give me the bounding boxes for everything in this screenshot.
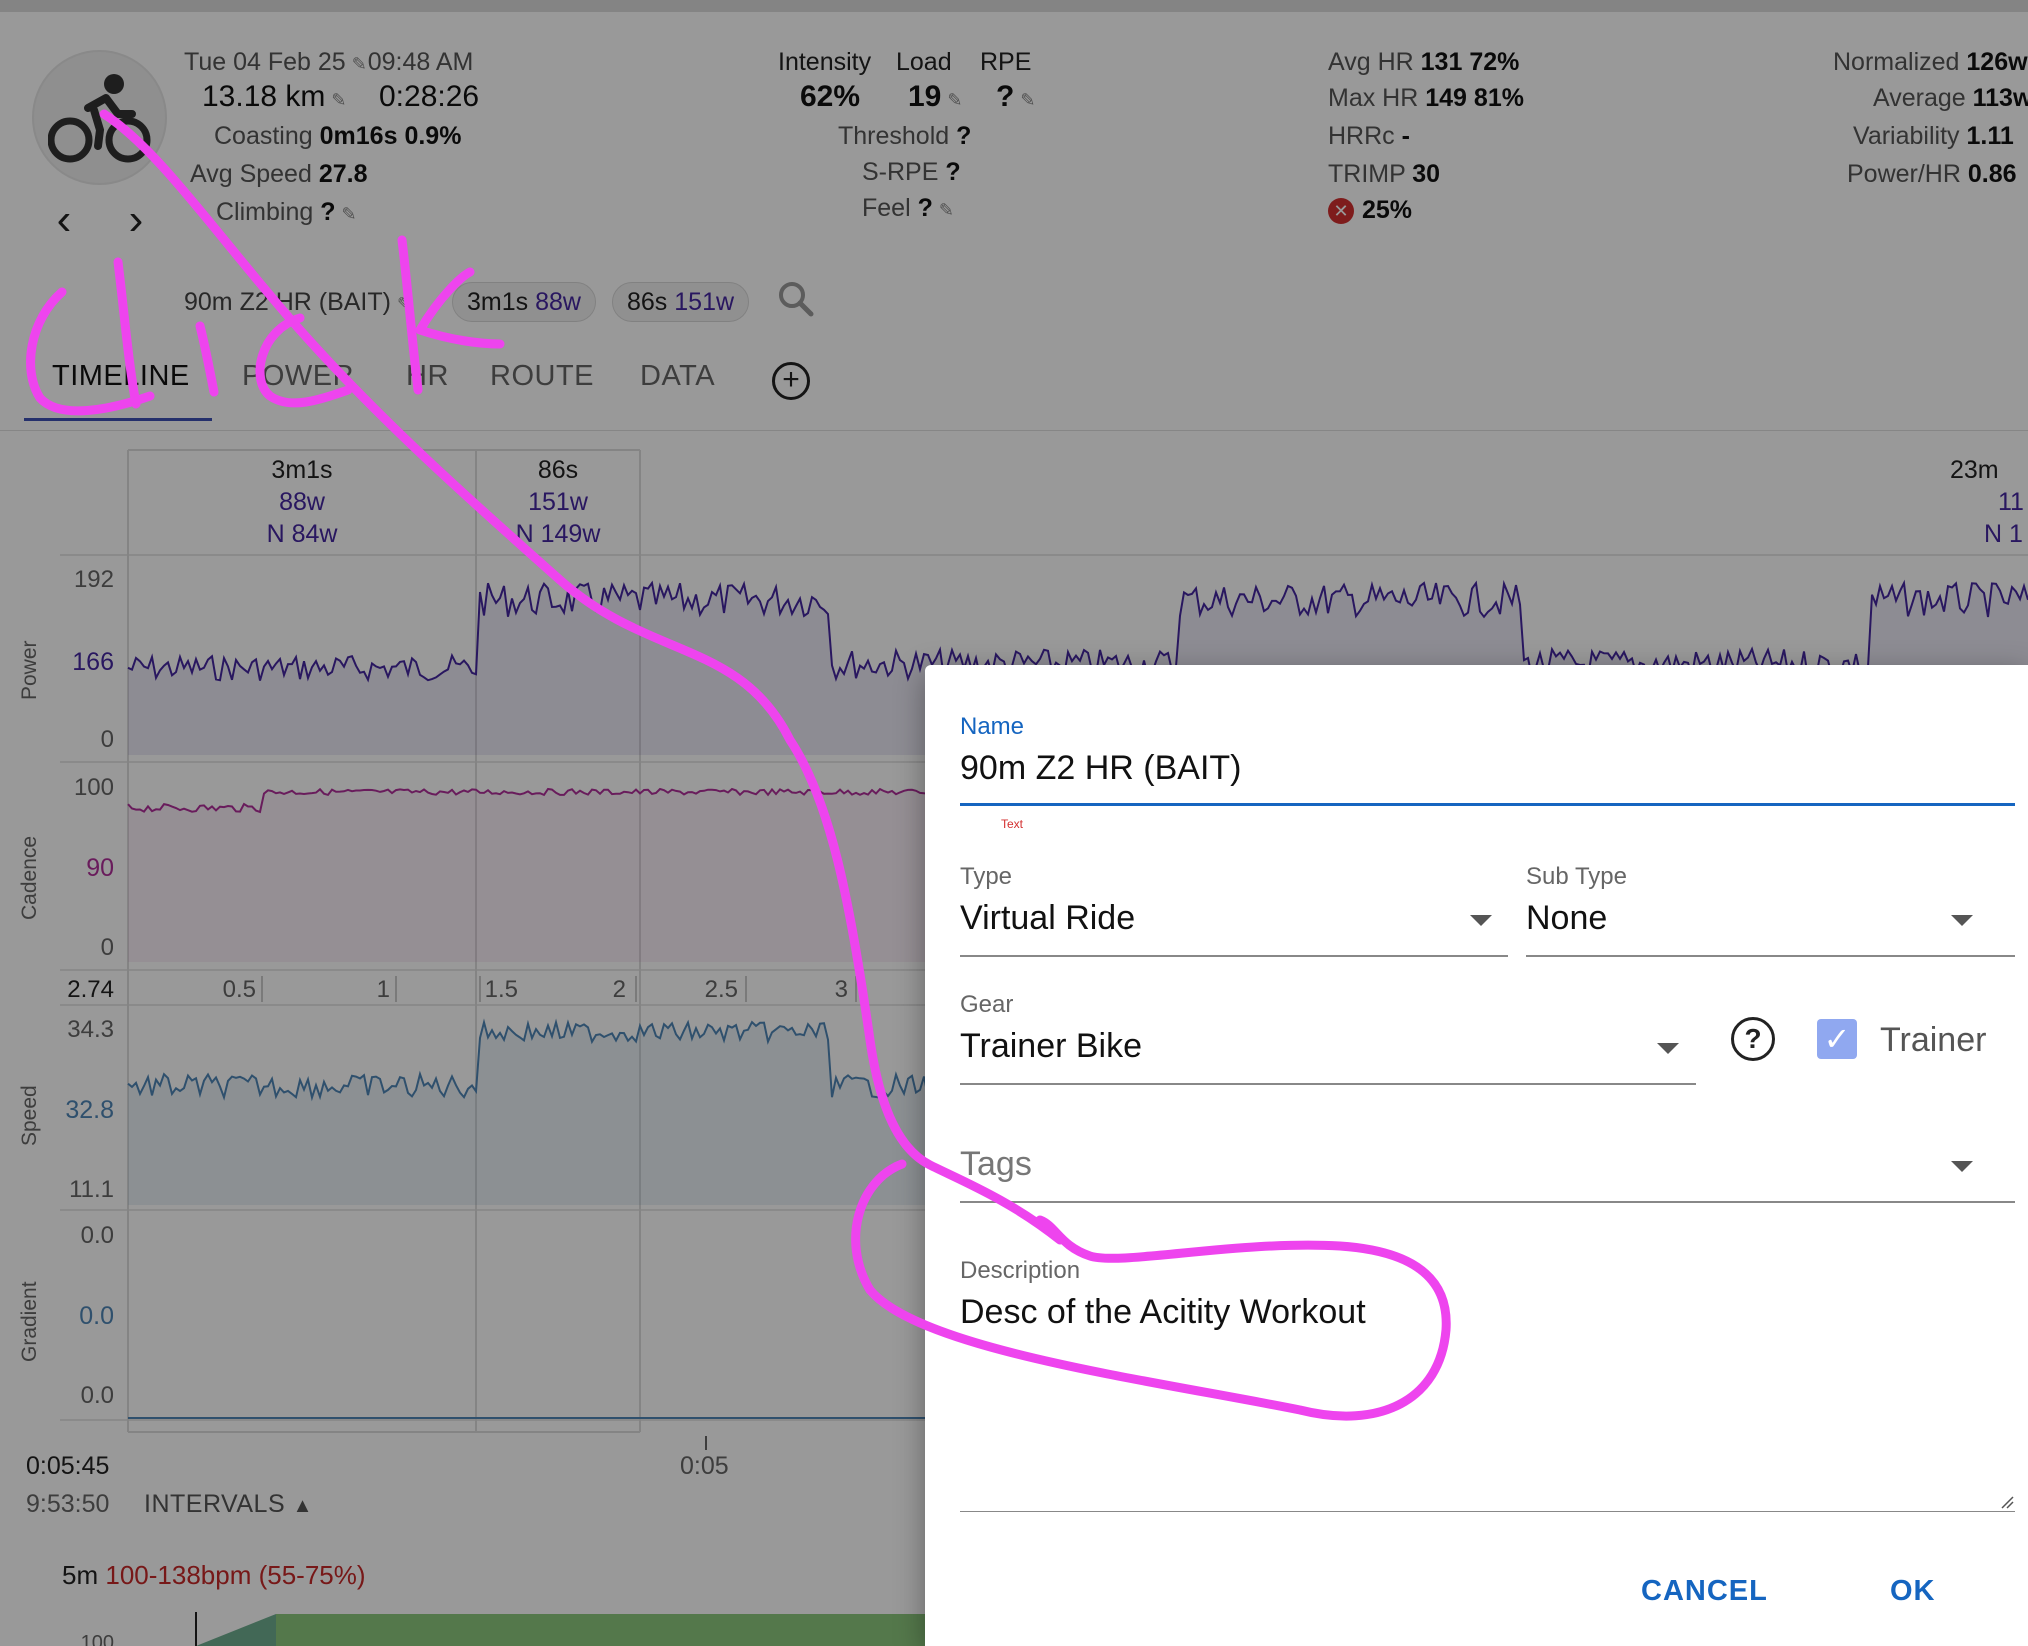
help-icon[interactable]: ? — [1731, 1017, 1775, 1061]
subtype-underline — [1526, 955, 2015, 957]
trainer-checkbox[interactable]: ✓ — [1817, 1019, 1857, 1059]
description-textarea[interactable]: Desc of the Acitity Workout — [960, 1293, 1366, 1332]
subtype-dropdown-icon[interactable] — [1951, 915, 1973, 926]
subtype-select[interactable]: None — [1526, 899, 1607, 938]
gear-underline — [960, 1083, 1696, 1085]
type-dropdown-icon[interactable] — [1470, 915, 1492, 926]
type-underline — [960, 955, 1508, 957]
tags-input[interactable]: Tags — [960, 1145, 1032, 1184]
type-label: Type — [960, 863, 1013, 890]
checkmark-icon: ✓ — [1823, 1021, 1851, 1057]
cancel-button[interactable]: CANCEL — [1641, 1575, 1768, 1608]
tags-underline — [960, 1201, 2015, 1203]
name-hint: Text — [1001, 817, 1024, 831]
edit-activity-dialog: Name 90m Z2 HR (BAIT) Text Type Virtual … — [925, 665, 2028, 1646]
trainer-label: Trainer — [1880, 1021, 1987, 1059]
tags-dropdown-icon[interactable] — [1951, 1161, 1973, 1172]
type-select[interactable]: Virtual Ride — [960, 899, 1135, 938]
gear-dropdown-icon[interactable] — [1657, 1043, 1679, 1054]
subtype-label: Sub Type — [1526, 863, 1627, 890]
activity-page: ‹ › Tue 04 Feb 25 ✎09:48 AM 13.18 km ✎ 0:2… — [0, 0, 2028, 1646]
name-input-underline — [960, 803, 2015, 806]
description-label: Description — [960, 1257, 1081, 1284]
gear-label: Gear — [960, 991, 1014, 1018]
name-label: Name — [960, 713, 1025, 740]
ok-button[interactable]: OK — [1890, 1575, 1936, 1608]
description-underline — [960, 1511, 2015, 1512]
name-input[interactable]: 90m Z2 HR (BAIT) — [960, 749, 1241, 788]
gear-select[interactable]: Trainer Bike — [960, 1027, 1142, 1066]
resize-handle-icon[interactable] — [2000, 1495, 2014, 1509]
